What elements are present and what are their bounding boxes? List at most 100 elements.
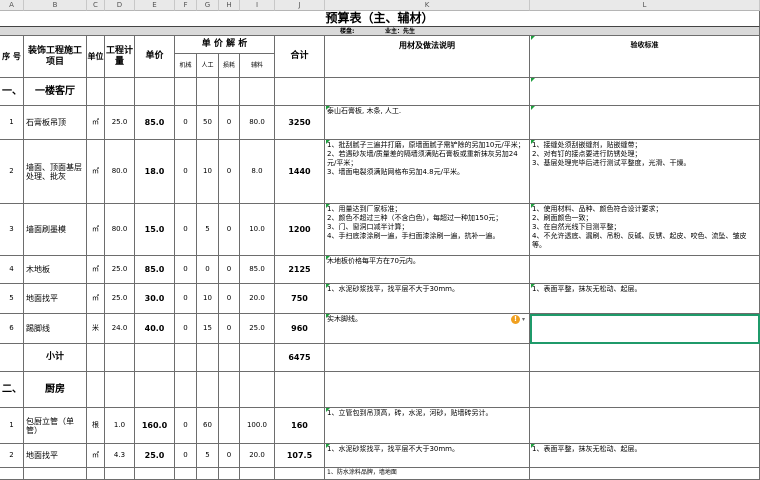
section-name[interactable]: 一楼客厅 (24, 78, 87, 106)
row-no[interactable]: 2 (0, 444, 24, 468)
column-header-i[interactable]: I (240, 0, 275, 11)
column-header-k[interactable]: K (325, 0, 530, 11)
row-qty[interactable]: 25.0 (105, 106, 135, 140)
row-loss[interactable]: 0 (219, 256, 240, 284)
row-item[interactable]: 墙面刷墨模 (24, 204, 87, 256)
subtotal-label[interactable]: 小计 (24, 344, 87, 372)
empty-cell[interactable] (175, 372, 197, 408)
empty-cell[interactable] (240, 372, 275, 408)
row-aux[interactable]: 20.0 (240, 284, 275, 314)
empty-cell[interactable] (175, 78, 197, 106)
row-accept[interactable]: 1、接缝处须刮嵌缝剂，贴嵌缝带； 2、对有钉的接点要进行防锈处理； 3、基层处理… (530, 140, 760, 204)
row-qty[interactable]: 1.0 (105, 408, 135, 444)
row-labor[interactable]: 5 (197, 204, 219, 256)
row-qty[interactable]: 80.0 (105, 204, 135, 256)
row-mech[interactable]: 0 (175, 204, 197, 256)
empty-cell[interactable] (135, 372, 175, 408)
row-total[interactable]: 107.5 (275, 444, 325, 468)
empty-cell[interactable] (87, 78, 105, 106)
row-loss[interactable]: 0 (219, 106, 240, 140)
row-unit[interactable]: ㎡ (87, 444, 105, 468)
empty-cell[interactable] (219, 372, 240, 408)
column-header-b[interactable]: B (24, 0, 87, 11)
empty-cell[interactable] (0, 468, 24, 480)
row-loss[interactable]: 0 (219, 140, 240, 204)
empty-cell[interactable] (219, 344, 240, 372)
row-qty[interactable]: 24.0 (105, 314, 135, 344)
row-no[interactable]: 6 (0, 314, 24, 344)
subtotal-total[interactable]: 6475 (275, 344, 325, 372)
row-desc[interactable]: 1、水泥砂浆找平，找平层不大于30mm。 (325, 284, 530, 314)
section-number[interactable]: 二、 (0, 372, 24, 408)
row-aux[interactable]: 80.0 (240, 106, 275, 140)
row-labor[interactable]: 10 (197, 284, 219, 314)
empty-cell[interactable] (105, 468, 135, 480)
row-aux[interactable]: 85.0 (240, 256, 275, 284)
column-header-f[interactable]: F (175, 0, 197, 11)
row-item[interactable]: 地面找平 (24, 284, 87, 314)
row-unit[interactable]: ㎡ (87, 284, 105, 314)
row-desc[interactable]: 1、批刮腻子三遍并打磨，原墙面腻子需铲除的另加10元/平米； 2、若遇砂灰墙/质… (325, 140, 530, 204)
empty-cell[interactable] (240, 344, 275, 372)
column-header-e[interactable]: E (135, 0, 175, 11)
row-loss[interactable]: 0 (219, 314, 240, 344)
column-header-l[interactable]: L (530, 0, 760, 11)
row-aux[interactable]: 10.0 (240, 204, 275, 256)
empty-cell[interactable] (325, 344, 530, 372)
row-total[interactable]: 160 (275, 408, 325, 444)
column-header-c[interactable]: C (87, 0, 105, 11)
row-no[interactable]: 3 (0, 204, 24, 256)
row-total[interactable]: 750 (275, 284, 325, 314)
empty-cell[interactable] (240, 78, 275, 106)
row-item[interactable]: 石膏板吊顶 (24, 106, 87, 140)
empty-cell[interactable] (197, 78, 219, 106)
row-item[interactable]: 踢脚线 (24, 314, 87, 344)
empty-cell[interactable] (275, 468, 325, 480)
row-unit[interactable]: 米 (87, 314, 105, 344)
row-total[interactable]: 1440 (275, 140, 325, 204)
row-unit[interactable]: ㎡ (87, 140, 105, 204)
row-total[interactable]: 2125 (275, 256, 325, 284)
row-labor[interactable]: 5 (197, 444, 219, 468)
row-no[interactable]: 4 (0, 256, 24, 284)
row-unit[interactable]: ㎡ (87, 256, 105, 284)
row-qty[interactable]: 25.0 (105, 284, 135, 314)
row-price[interactable]: 160.0 (135, 408, 175, 444)
row-total[interactable]: 960 (275, 314, 325, 344)
row-labor[interactable]: 0 (197, 256, 219, 284)
row-desc[interactable]: 1、水泥砂浆找平，找平层不大于30mm。 (325, 444, 530, 468)
row-mech[interactable]: 0 (175, 444, 197, 468)
row-accept[interactable]: 1、表面平整，抹灰无松动、起层。 (530, 444, 760, 468)
row-price[interactable]: 40.0 (135, 314, 175, 344)
empty-cell[interactable] (105, 372, 135, 408)
column-header-d[interactable]: D (105, 0, 135, 11)
row-total[interactable]: 3250 (275, 106, 325, 140)
empty-cell[interactable] (530, 468, 760, 480)
empty-cell[interactable] (87, 344, 105, 372)
row-no[interactable]: 2 (0, 140, 24, 204)
empty-cell[interactable] (240, 468, 275, 480)
row-price[interactable]: 25.0 (135, 444, 175, 468)
row-unit[interactable]: ㎡ (87, 204, 105, 256)
row-aux[interactable]: 8.0 (240, 140, 275, 204)
row-price[interactable]: 30.0 (135, 284, 175, 314)
row-labor[interactable]: 50 (197, 106, 219, 140)
column-header-g[interactable]: G (197, 0, 219, 11)
empty-cell[interactable] (530, 78, 760, 106)
warning-icon[interactable]: ! (511, 315, 520, 324)
row-qty[interactable]: 25.0 (105, 256, 135, 284)
empty-cell[interactable] (105, 78, 135, 106)
row-accept[interactable]: 1、使用材料、品种、颜色符合设计要求； 2、刷面颜色一致； 3、在自然光线下目测… (530, 204, 760, 256)
row-mech[interactable]: 0 (175, 284, 197, 314)
row-loss[interactable]: 0 (219, 284, 240, 314)
row-accept[interactable]: 1、表面平整，抹灰无松动、起层。 (530, 284, 760, 314)
row-no[interactable]: 5 (0, 284, 24, 314)
empty-cell[interactable] (135, 344, 175, 372)
row-accept[interactable] (530, 256, 760, 284)
row-unit[interactable]: 根 (87, 408, 105, 444)
empty-cell[interactable] (219, 78, 240, 106)
row-price[interactable]: 85.0 (135, 256, 175, 284)
row-desc[interactable]: 实木脚线。 (325, 314, 530, 344)
row-price[interactable]: 18.0 (135, 140, 175, 204)
empty-cell[interactable] (175, 468, 197, 480)
